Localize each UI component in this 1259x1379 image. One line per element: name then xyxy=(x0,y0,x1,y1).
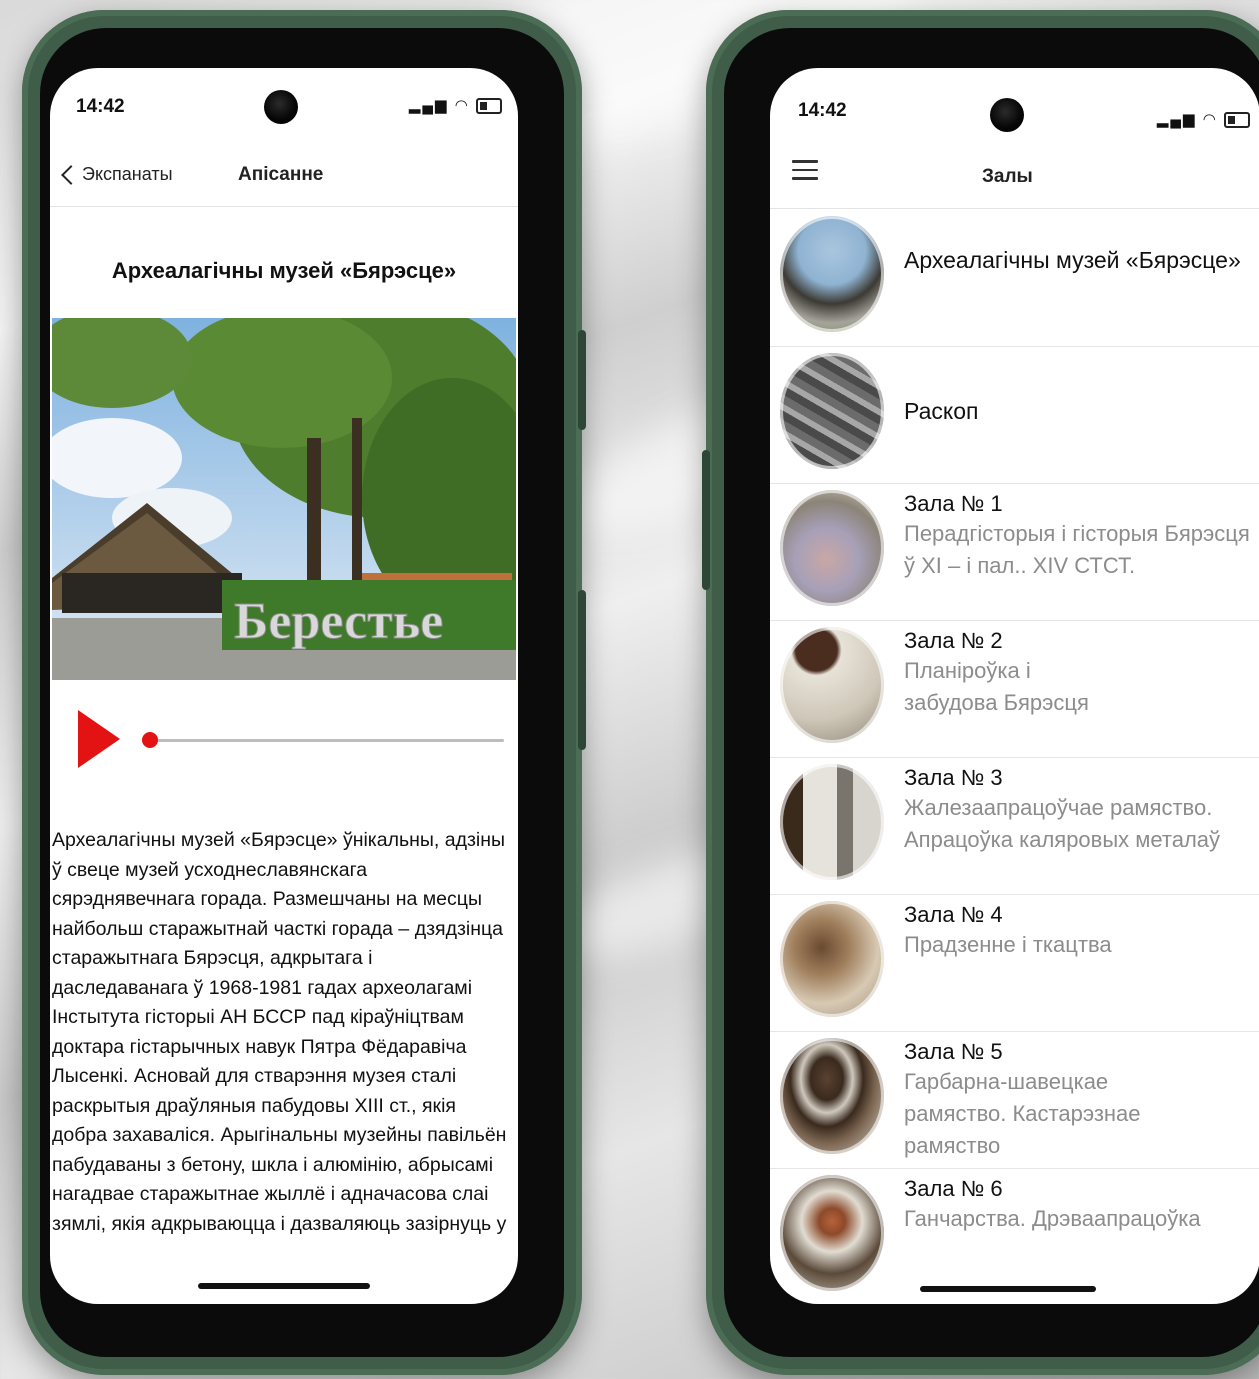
battery-icon xyxy=(476,98,502,115)
camera-icon xyxy=(264,90,298,124)
list-item[interactable]: Зала № 1 Перадгісторыя і гісторыя Бярэсц… xyxy=(770,484,1259,621)
status-time: 14:42 xyxy=(798,100,847,121)
battery-icon xyxy=(1224,112,1250,129)
hall-title: Зала № 6 xyxy=(904,1176,1003,1201)
audio-progress-knob[interactable] xyxy=(142,732,158,748)
hall-description: Ганчарства. Дрэваапрацоўка xyxy=(904,1206,1201,1231)
hall-title: Зала № 3 xyxy=(904,765,1003,790)
side-button xyxy=(578,590,586,750)
navbar: Экспанаты Апісанне xyxy=(50,148,518,207)
hall-thumbnail xyxy=(780,216,884,332)
hall-description: Жалезаапрацоўчае рамяство. Апрацоўка кал… xyxy=(904,795,1221,852)
hall-description: Перадгісторыя і гісторыя Бярэсця ў XI – … xyxy=(904,521,1250,578)
back-button[interactable]: Экспанаты xyxy=(56,164,173,185)
status-bar: 14:42 ▂▄▆ ◠ xyxy=(50,68,518,124)
camera-icon xyxy=(990,98,1024,132)
hall-title: Зала № 2 xyxy=(904,628,1003,653)
list-item[interactable]: Зала № 4 Прадзенне і ткацтва xyxy=(770,895,1259,1032)
hall-thumbnail xyxy=(780,353,884,469)
navbar: Залы xyxy=(770,148,1259,209)
list-item[interactable]: Археалагічны музей «Бярэсце» xyxy=(770,210,1259,347)
museum-photo: Берестье xyxy=(52,318,516,680)
hall-thumbnail xyxy=(780,627,884,743)
hall-title: Зала № 1 xyxy=(904,491,1003,516)
status-bar: 14:42 ▂▄▆ ◠ xyxy=(770,68,1259,132)
hall-description: Гарбарна-шавецкае рамяство. Кастарэзнае … xyxy=(904,1069,1141,1158)
side-button xyxy=(702,450,710,590)
list-item[interactable]: Зала № 2 Планіроўка і забудова Бярэсця xyxy=(770,621,1259,758)
left-screen: 14:42 ▂▄▆ ◠ Экспанаты Апісанне Археалагі… xyxy=(50,68,518,1304)
right-phone: 14:42 ▂▄▆ ◠ Залы Археалагічны музей «Бяр… xyxy=(702,10,1259,1375)
play-icon[interactable] xyxy=(78,710,120,768)
hall-title: Раскоп xyxy=(904,398,979,424)
museum-building-photo: Берестье xyxy=(52,318,516,680)
page-title: Залы xyxy=(982,166,1033,187)
list-item[interactable]: Зала № 5 Гарбарна-шавецкае рамяство. Кас… xyxy=(770,1032,1259,1169)
home-indicator[interactable] xyxy=(198,1283,370,1289)
page-title: Апісанне xyxy=(238,164,324,185)
hall-description: Планіроўка і забудова Бярэсця xyxy=(904,658,1089,715)
hall-list: Археалагічны музей «Бярэсце» Раскоп Зала… xyxy=(770,210,1259,1304)
left-phone: 14:42 ▂▄▆ ◠ Экспанаты Апісанне Археалагі… xyxy=(22,10,586,1375)
hall-thumbnail xyxy=(780,901,884,1017)
side-button xyxy=(578,330,586,430)
list-item[interactable]: Раскоп xyxy=(770,347,1259,484)
audio-progress-track[interactable] xyxy=(154,739,504,742)
right-screen: 14:42 ▂▄▆ ◠ Залы Археалагічны музей «Бяр… xyxy=(770,68,1259,1304)
back-label: Экспанаты xyxy=(82,164,173,184)
hall-title: Зала № 5 xyxy=(904,1039,1003,1064)
hall-title: Археалагічны музей «Бярэсце» xyxy=(904,247,1241,273)
sign-text: Берестье xyxy=(234,593,443,650)
home-indicator[interactable] xyxy=(920,1286,1096,1292)
hall-thumbnail xyxy=(780,490,884,606)
status-icons: ▂▄▆ ◠ xyxy=(409,96,502,115)
status-icons: ▂▄▆ ◠ xyxy=(1157,110,1250,129)
hall-thumbnail xyxy=(780,1038,884,1154)
list-item[interactable]: Зала № 6 Ганчарства. Дрэваапрацоўка xyxy=(770,1169,1259,1304)
hall-description: Прадзенне і ткацтва xyxy=(904,932,1112,957)
exhibit-description: Археалагічны музей «Бярэсце» ўнікальны, … xyxy=(52,829,507,1235)
list-item[interactable]: Зала № 3 Жалезаапрацоўчае рамяство. Апра… xyxy=(770,758,1259,895)
exhibit-title: Археалагічны музей «Бярэсце» xyxy=(111,258,457,283)
chevron-left-icon xyxy=(61,164,81,185)
hall-thumbnail xyxy=(780,764,884,880)
audio-player xyxy=(78,710,518,770)
hall-title: Зала № 4 xyxy=(904,902,1003,927)
hall-thumbnail xyxy=(780,1175,884,1291)
hamburger-menu-icon[interactable] xyxy=(792,160,818,186)
status-time: 14:42 xyxy=(76,96,125,117)
